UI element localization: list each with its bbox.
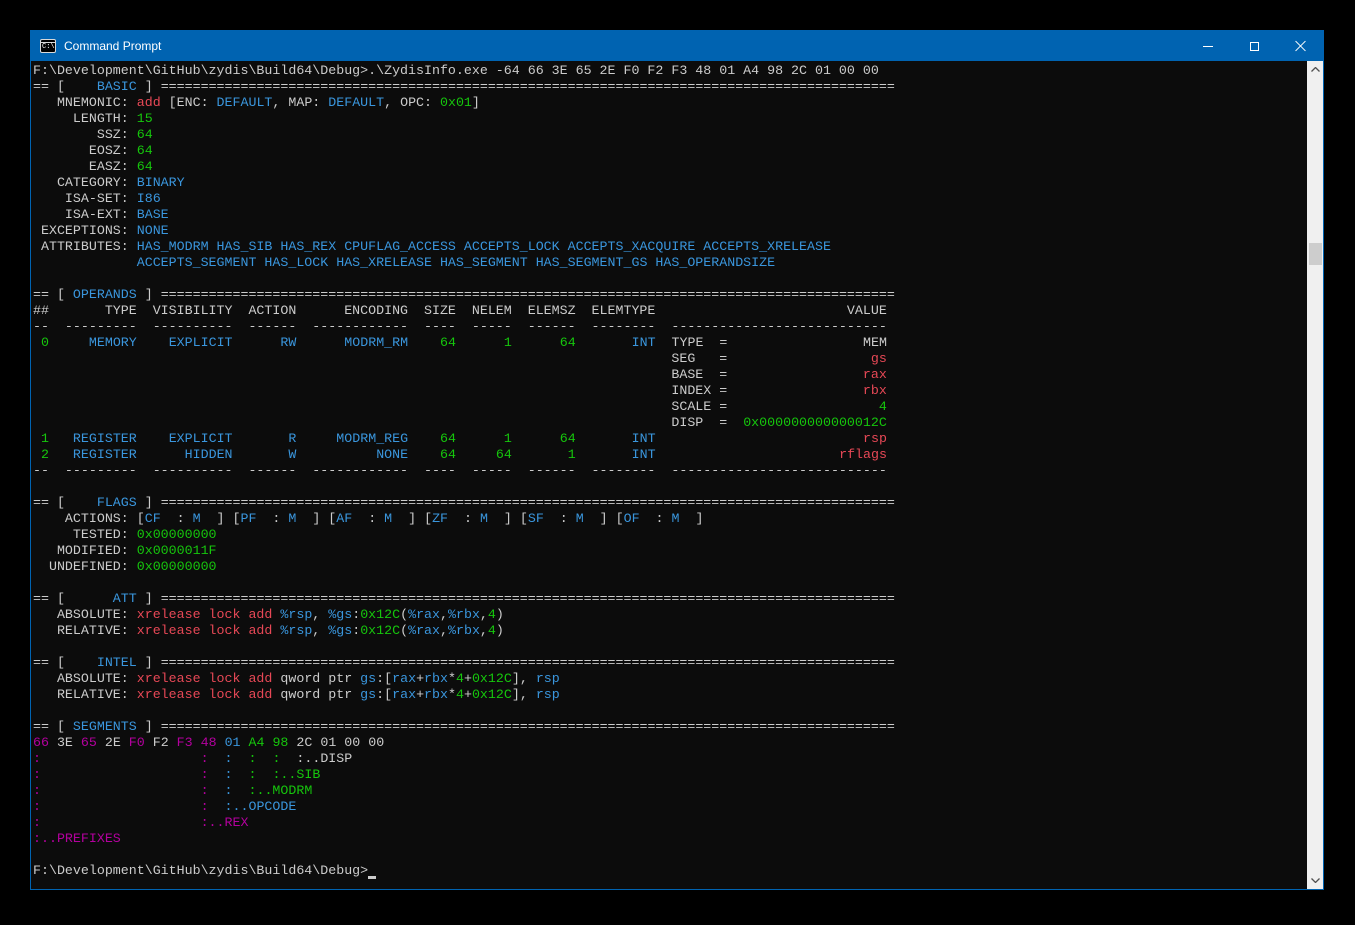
scrollbar[interactable] (1307, 61, 1323, 889)
terminal-line: ACTIONS: [CF : M ] [PF : M ] [AF : M ] [… (33, 511, 1307, 527)
chevron-up-icon (1311, 67, 1320, 72)
terminal-line: == [ SEGMENTS ] ========================… (33, 719, 1307, 735)
terminal-line: == [ FLAGS ] ===========================… (33, 495, 1307, 511)
terminal-line: 66 3E 65 2E F0 F2 F3 48 01 A4 98 2C 01 0… (33, 735, 1307, 751)
terminal-line (33, 847, 1307, 863)
scroll-up-button[interactable] (1307, 61, 1323, 78)
terminal-line (33, 703, 1307, 719)
terminal-line: SSZ: 64 (33, 127, 1307, 143)
scrollbar-thumb[interactable] (1309, 243, 1322, 265)
title-bar[interactable]: C:\ Command Prompt (31, 31, 1323, 61)
terminal-line: UNDEFINED: 0x00000000 (33, 559, 1307, 575)
terminal-line: ## TYPE VISIBILITY ACTION ENCODING SIZE … (33, 303, 1307, 319)
terminal-line: == [ OPERANDS ] ========================… (33, 287, 1307, 303)
terminal-line (33, 271, 1307, 287)
maximize-button[interactable] (1231, 31, 1277, 61)
terminal-line: : : : :..MODRM (33, 783, 1307, 799)
terminal-line (33, 479, 1307, 495)
terminal-line: EOSZ: 64 (33, 143, 1307, 159)
terminal-line: :..PREFIXES (33, 831, 1307, 847)
terminal-line (33, 575, 1307, 591)
terminal-line (33, 639, 1307, 655)
terminal-line: MNEMONIC: add [ENC: DEFAULT, MAP: DEFAUL… (33, 95, 1307, 111)
terminal-line: ACCEPTS_SEGMENT HAS_LOCK HAS_XRELEASE HA… (33, 255, 1307, 271)
cmd-icon[interactable]: C:\ (40, 39, 56, 53)
chevron-down-icon (1311, 878, 1320, 883)
cmd-icon-prompt-text: C:\ (42, 44, 55, 51)
terminal-line: RELATIVE: xrelease lock add qword ptr gs… (33, 687, 1307, 703)
terminal-line: ISA-SET: I86 (33, 191, 1307, 207)
terminal-line: ABSOLUTE: xrelease lock add qword ptr gs… (33, 671, 1307, 687)
terminal-line: INDEX = rbx (33, 383, 1307, 399)
terminal-line: MODIFIED: 0x0000011F (33, 543, 1307, 559)
scrollbar-track[interactable] (1307, 78, 1323, 872)
terminal-line: ATTRIBUTES: HAS_MODRM HAS_SIB HAS_REX CP… (33, 239, 1307, 255)
terminal-line: EASZ: 64 (33, 159, 1307, 175)
minimize-button[interactable] (1185, 31, 1231, 61)
terminal-line: : :..REX (33, 815, 1307, 831)
terminal-line: LENGTH: 15 (33, 111, 1307, 127)
window-title: Command Prompt (64, 39, 161, 53)
command-prompt-window: C:\ Command Prompt F:\Development\GitHub… (30, 30, 1324, 890)
terminal-line: == [ ATT ] =============================… (33, 591, 1307, 607)
terminal-line: -- --------- ---------- ------ ---------… (33, 463, 1307, 479)
terminal-line: F:\Development\GitHub\zydis\Build64\Debu… (33, 63, 1307, 79)
terminal-line: DISP = 0x000000000000012C (33, 415, 1307, 431)
terminal-line: ISA-EXT: BASE (33, 207, 1307, 223)
terminal-line: -- --------- ---------- ------ ---------… (33, 319, 1307, 335)
console-area: F:\Development\GitHub\zydis\Build64\Debu… (31, 61, 1323, 889)
terminal-line: RELATIVE: xrelease lock add %rsp, %gs:0x… (33, 623, 1307, 639)
text-cursor (368, 864, 376, 879)
terminal-line: == [ BASIC ] ===========================… (33, 79, 1307, 95)
close-icon (1294, 40, 1306, 52)
terminal-line: F:\Development\GitHub\zydis\Build64\Debu… (33, 863, 1307, 879)
terminal-line: SCALE = 4 (33, 399, 1307, 415)
terminal-line: : : : : :..SIB (33, 767, 1307, 783)
terminal-line: CATEGORY: BINARY (33, 175, 1307, 191)
terminal-line: SEG = gs (33, 351, 1307, 367)
minimize-icon (1203, 46, 1213, 47)
terminal-output[interactable]: F:\Development\GitHub\zydis\Build64\Debu… (31, 61, 1307, 889)
maximize-icon (1250, 42, 1259, 51)
terminal-line: : : :..OPCODE (33, 799, 1307, 815)
terminal-line: ABSOLUTE: xrelease lock add %rsp, %gs:0x… (33, 607, 1307, 623)
terminal-line: TESTED: 0x00000000 (33, 527, 1307, 543)
window-controls (1185, 31, 1323, 61)
terminal-line: EXCEPTIONS: NONE (33, 223, 1307, 239)
scroll-down-button[interactable] (1307, 872, 1323, 889)
terminal-line: 1 REGISTER EXPLICIT R MODRM_REG 64 1 64 … (33, 431, 1307, 447)
terminal-line: 0 MEMORY EXPLICIT RW MODRM_RM 64 1 64 IN… (33, 335, 1307, 351)
terminal-line: : : : : : :..DISP (33, 751, 1307, 767)
terminal-line: == [ INTEL ] ===========================… (33, 655, 1307, 671)
terminal-line: 2 REGISTER HIDDEN W NONE 64 64 1 INT rfl… (33, 447, 1307, 463)
close-button[interactable] (1277, 31, 1323, 61)
terminal-line: BASE = rax (33, 367, 1307, 383)
